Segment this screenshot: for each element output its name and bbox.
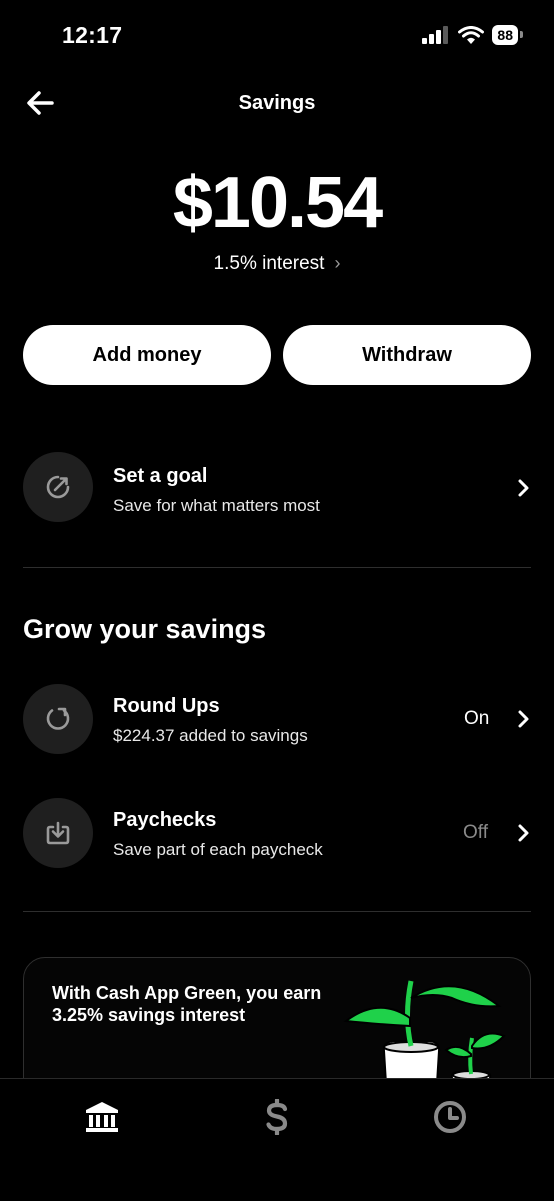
page-title: Savings <box>238 92 316 114</box>
section-title: Grow your savings <box>23 614 267 644</box>
round-ups-status: On <box>464 708 490 729</box>
savings-balance: $10.54 <box>172 163 383 243</box>
bank-icon[interactable] <box>85 1101 119 1133</box>
interest-link[interactable]: 1.5% interest › <box>0 253 554 275</box>
divider <box>23 911 531 912</box>
chevron-right-icon <box>518 710 529 728</box>
divider <box>23 567 531 568</box>
chevron-right-icon <box>518 479 529 497</box>
round-up-arrow-icon <box>46 707 70 730</box>
battery-indicator: 88 <box>492 25 523 45</box>
round-ups-title: Round Ups <box>113 695 220 717</box>
signal-icon <box>422 26 449 44</box>
chevron-right-icon <box>518 824 529 842</box>
paychecks-subtitle: Save part of each paycheck <box>113 840 323 859</box>
goal-target-icon <box>46 475 70 499</box>
paychecks-icon-circle <box>23 798 93 868</box>
status-time: 12:17 <box>62 22 123 48</box>
goal-title: Set a goal <box>113 465 208 487</box>
wifi-icon <box>458 25 485 44</box>
promo-text: With Cash App Green, you earn 3.25% savi… <box>52 983 322 1025</box>
download-tray-icon <box>46 821 70 845</box>
goal-icon-circle <box>23 452 93 522</box>
status-indicators: 88 <box>422 25 523 45</box>
bottom-tab-bar <box>0 1078 554 1201</box>
interest-label: 1.5% interest <box>213 253 325 274</box>
set-goal-row[interactable]: Set a goal Save for what matters most <box>23 451 531 523</box>
paychecks-status: Off <box>463 822 488 843</box>
clock-icon[interactable] <box>433 1100 467 1134</box>
paychecks-row[interactable]: Paychecks Save part of each paycheck Off <box>23 798 531 870</box>
round-ups-row[interactable]: Round Ups $224.37 added to savings On <box>23 684 531 756</box>
withdraw-button[interactable]: Withdraw <box>283 325 531 385</box>
round-ups-icon-circle <box>23 684 93 754</box>
chevron-right-icon: › <box>334 253 341 273</box>
add-money-button[interactable]: Add money <box>23 325 271 385</box>
round-ups-subtitle: $224.37 added to savings <box>113 726 308 745</box>
paychecks-title: Paychecks <box>113 809 217 831</box>
dollar-icon[interactable] <box>264 1099 290 1135</box>
goal-subtitle: Save for what matters most <box>113 496 320 515</box>
